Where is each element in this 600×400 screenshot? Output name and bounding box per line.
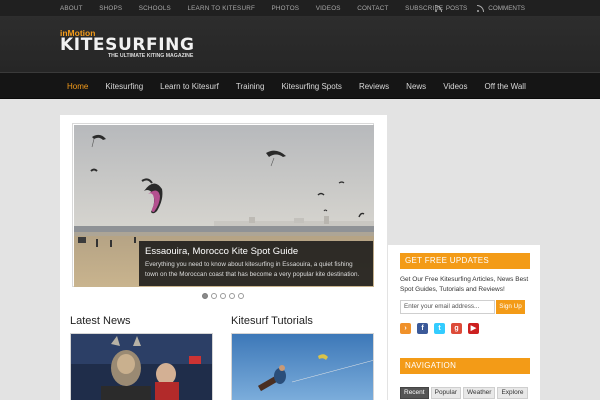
slider-dot[interactable] bbox=[202, 293, 208, 299]
tab-popular[interactable]: Popular bbox=[430, 387, 462, 399]
news-photo bbox=[71, 334, 212, 400]
top-nav-photos[interactable]: Photos bbox=[272, 0, 300, 17]
top-nav-shops[interactable]: Shops bbox=[99, 0, 122, 17]
slider-dot[interactable] bbox=[229, 293, 235, 299]
slider-title[interactable]: Essaouira, Morocco Kite Spot Guide bbox=[145, 245, 367, 258]
slider-text: Everything you need to know about kitesu… bbox=[145, 261, 360, 278]
nav-home[interactable]: Home bbox=[67, 73, 88, 100]
slider-caption[interactable]: Essaouira, Morocco Kite Spot Guide Every… bbox=[139, 241, 373, 286]
google-plus-icon[interactable]: g bbox=[451, 323, 462, 334]
nav-reviews[interactable]: Reviews bbox=[359, 73, 389, 100]
navigation-widget: Navigation Recent Popular Weather Explor… bbox=[388, 350, 540, 400]
tab-explore[interactable]: Explore bbox=[497, 387, 528, 399]
tutorial-photo bbox=[232, 334, 373, 400]
top-nav-about[interactable]: About bbox=[60, 0, 83, 17]
twitter-icon[interactable]: t bbox=[434, 323, 445, 334]
site-header: inMotion KITESURFING The Ultimate Kiting… bbox=[0, 17, 600, 72]
top-nav-contact[interactable]: Contact bbox=[357, 0, 388, 17]
nav-kitesurfing[interactable]: Kitesurfing bbox=[105, 73, 143, 100]
main-content: Essaouira, Morocco Kite Spot Guide Every… bbox=[60, 115, 387, 400]
latest-news-heading: Latest News bbox=[70, 315, 131, 327]
tutorials-heading: Kitesurf Tutorials bbox=[231, 315, 313, 327]
comments-feed-link[interactable]: Comments bbox=[488, 5, 525, 12]
tab-weather[interactable]: Weather bbox=[463, 387, 496, 399]
navigation-tabs: Recent Popular Weather Explore bbox=[400, 387, 530, 399]
nav-learn-to-kitesurf[interactable]: Learn to Kitesurf bbox=[160, 73, 219, 100]
logo-tagline: The Ultimate Kiting Magazine bbox=[108, 53, 194, 59]
slider-pagination bbox=[202, 293, 247, 299]
latest-news-thumbnail[interactable] bbox=[70, 333, 213, 400]
nav-kitesurfing-spots[interactable]: Kitesurfing Spots bbox=[281, 73, 341, 100]
slider-dot[interactable] bbox=[211, 293, 217, 299]
sign-up-button[interactable]: Sign Up bbox=[496, 300, 525, 314]
feed-links: Posts Comments bbox=[434, 0, 535, 17]
facebook-icon[interactable]: f bbox=[417, 323, 428, 334]
featured-slider[interactable]: Essaouira, Morocco Kite Spot Guide Every… bbox=[72, 123, 374, 287]
main-nav: Home Kitesurfing Learn to Kitesurf Train… bbox=[0, 72, 600, 99]
rss-icon[interactable]: › bbox=[400, 323, 411, 334]
updates-widget: Get Free Updates Get Our Free Kitesurfin… bbox=[388, 245, 540, 355]
rss-icon[interactable] bbox=[434, 5, 442, 12]
top-nav: About Shops Schools Learn to Kitesurf Ph… bbox=[60, 0, 460, 17]
logo-name: KITESURFING bbox=[60, 35, 195, 55]
updates-widget-title: Get Free Updates bbox=[400, 253, 530, 269]
top-nav-learn[interactable]: Learn to Kitesurf bbox=[187, 0, 255, 17]
top-nav-videos[interactable]: Videos bbox=[316, 0, 341, 17]
tab-recent[interactable]: Recent bbox=[400, 387, 429, 399]
posts-feed-link[interactable]: Posts bbox=[446, 5, 467, 12]
nav-news[interactable]: News bbox=[406, 73, 426, 100]
site-logo[interactable]: inMotion KITESURFING The Ultimate Kiting… bbox=[60, 29, 195, 60]
updates-widget-text: Get Our Free Kitesurfing Articles, News … bbox=[400, 276, 529, 293]
social-icons: › f t g ▶ bbox=[400, 323, 485, 334]
nav-training[interactable]: Training bbox=[236, 73, 265, 100]
rss-icon[interactable] bbox=[477, 5, 485, 12]
email-input[interactable]: Enter your email address... bbox=[400, 300, 495, 314]
slider-dot[interactable] bbox=[220, 293, 226, 299]
tutorial-thumbnail[interactable] bbox=[231, 333, 374, 400]
nav-off-the-wall[interactable]: Off the Wall bbox=[485, 73, 526, 100]
top-bar: About Shops Schools Learn to Kitesurf Ph… bbox=[0, 0, 600, 17]
top-nav-schools[interactable]: Schools bbox=[139, 0, 171, 17]
navigation-widget-title: Navigation bbox=[400, 358, 530, 374]
nav-videos[interactable]: Videos bbox=[443, 73, 467, 100]
slider-dot[interactable] bbox=[238, 293, 244, 299]
youtube-icon[interactable]: ▶ bbox=[468, 323, 479, 334]
